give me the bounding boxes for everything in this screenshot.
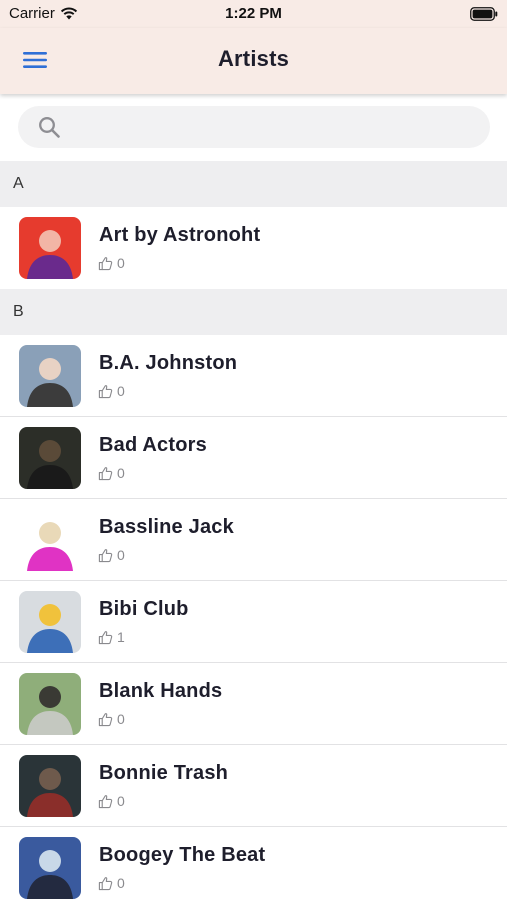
thumbs-up-icon [98, 548, 113, 562]
search-field[interactable] [18, 106, 490, 148]
artist-row[interactable]: Bibi Club 1 [0, 581, 507, 663]
artist-photo-icon [19, 837, 81, 899]
like-count[interactable]: 0 [98, 875, 125, 891]
artist-avatar [19, 837, 81, 899]
artist-name: B.A. Johnston [99, 352, 238, 374]
like-count[interactable]: 0 [98, 793, 125, 809]
artist-row[interactable]: B.A. Johnston 0 [0, 335, 507, 417]
like-count[interactable]: 0 [98, 547, 125, 563]
artist-name: Art by Astronoht [99, 224, 261, 246]
like-count-value: 0 [117, 255, 125, 271]
like-count-value: 0 [117, 793, 125, 809]
artist-name: Bassline Jack [99, 516, 234, 538]
thumbs-up-icon [98, 794, 113, 808]
section-header: A [0, 161, 507, 207]
artist-row[interactable]: Bassline Jack 0 [0, 499, 507, 581]
like-count-value: 0 [117, 383, 125, 399]
like-count[interactable]: 0 [98, 711, 125, 727]
artist-avatar [19, 217, 81, 279]
artist-name: Bibi Club [99, 598, 189, 620]
like-count[interactable]: 0 [98, 383, 125, 399]
artist-row[interactable]: Bonnie Trash 0 [0, 745, 507, 827]
artist-photo-icon [19, 591, 81, 653]
artist-photo-icon [19, 509, 81, 571]
like-count[interactable]: 1 [98, 629, 125, 645]
artist-photo-icon [19, 755, 81, 817]
page-title: Artists [217, 46, 290, 71]
battery-icon [470, 7, 498, 21]
nav-bar: Artists [0, 28, 507, 94]
status-bar: Carrier 1:22 PM [0, 0, 507, 28]
artist-avatar [19, 345, 81, 407]
artist-avatar [19, 591, 81, 653]
search-bar [0, 94, 507, 161]
thumbs-up-icon [98, 256, 113, 270]
like-count-value: 0 [117, 875, 125, 891]
artist-list: A Art by Astronoht 0 B B.A. Johnston 0 Bad Act… [0, 161, 507, 900]
artist-avatar [19, 427, 81, 489]
artist-row[interactable]: Boogey The Beat 0 [0, 827, 507, 900]
like-count-value: 0 [117, 711, 125, 727]
thumbs-up-icon [98, 712, 113, 726]
artist-photo-icon [19, 345, 81, 407]
thumbs-up-icon [98, 466, 113, 480]
artist-photo-icon [19, 217, 81, 279]
thumbs-up-icon [98, 630, 113, 644]
like-count-value: 1 [117, 629, 125, 645]
search-input[interactable] [70, 118, 470, 136]
artist-row[interactable]: Bad Actors 0 [0, 417, 507, 499]
artist-row[interactable]: Blank Hands 0 [0, 663, 507, 745]
artist-name: Bonnie Trash [99, 762, 229, 784]
thumbs-up-icon [98, 876, 113, 890]
artist-row[interactable]: Art by Astronoht 0 [0, 207, 507, 289]
artist-photo-icon [19, 673, 81, 735]
artist-name: Bad Actors [99, 434, 207, 456]
like-count[interactable]: 0 [98, 255, 125, 271]
like-count-value: 0 [117, 465, 125, 481]
clock: 1:22 PM [225, 5, 282, 22]
artist-avatar [19, 755, 81, 817]
section-header: B [0, 289, 507, 335]
artist-avatar [19, 673, 81, 735]
artist-name: Blank Hands [99, 680, 223, 702]
artist-photo-icon [19, 427, 81, 489]
search-icon [39, 117, 60, 138]
artist-avatar [19, 509, 81, 571]
like-count-value: 0 [117, 547, 125, 563]
artist-name: Boogey The Beat [99, 844, 266, 866]
thumbs-up-icon [98, 384, 113, 398]
like-count[interactable]: 0 [98, 465, 125, 481]
